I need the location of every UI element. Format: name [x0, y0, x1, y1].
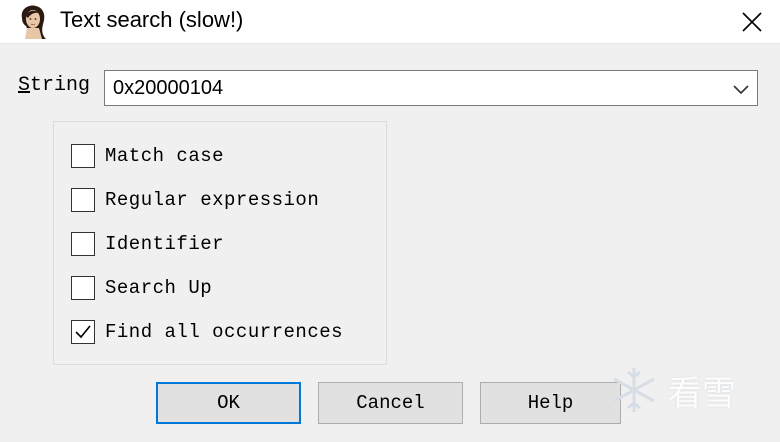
title-bar: Text search (slow!) — [0, 0, 780, 44]
search-up-label: Search Up — [105, 277, 213, 299]
identifier-option[interactable]: Identifier — [71, 230, 224, 258]
match-case-checkbox[interactable] — [71, 144, 95, 168]
string-label: String — [18, 74, 90, 97]
close-button[interactable] — [724, 0, 780, 43]
match-case-option[interactable]: Match case — [71, 142, 224, 170]
regular-expression-label: Regular expression — [105, 189, 320, 211]
portrait-icon — [16, 4, 50, 40]
identifier-label: Identifier — [105, 233, 225, 255]
watermark-text: 看雪 — [668, 373, 736, 414]
cancel-button[interactable]: Cancel — [318, 382, 463, 424]
match-case-label: Match case — [105, 145, 225, 167]
close-icon — [742, 11, 762, 32]
string-combobox[interactable]: 0x20000104 — [104, 70, 758, 106]
dropdown-button[interactable] — [731, 79, 751, 99]
identifier-checkbox[interactable] — [71, 232, 95, 256]
regular-expression-option[interactable]: Regular expression — [71, 186, 319, 214]
regular-expression-checkbox[interactable] — [71, 188, 95, 212]
find-all-occurrences-label: Find all occurrences — [105, 321, 344, 343]
window-title: Text search (slow!) — [60, 7, 244, 32]
chevron-down-icon — [733, 85, 749, 95]
find-all-occurrences-checkbox[interactable] — [71, 320, 95, 344]
snowflake-icon — [613, 368, 655, 412]
watermark: 看雪 — [608, 360, 768, 420]
string-input[interactable]: 0x20000104 — [113, 77, 223, 100]
ok-button[interactable]: OK — [156, 382, 301, 424]
string-label-rest: tring — [30, 74, 91, 97]
string-label-accelerator: S — [18, 74, 31, 97]
checkmark-icon — [75, 325, 91, 339]
search-up-option[interactable]: Search Up — [71, 274, 212, 302]
search-up-checkbox[interactable] — [71, 276, 95, 300]
find-all-occurrences-option[interactable]: Find all occurrences — [71, 318, 343, 346]
help-button[interactable]: Help — [480, 382, 621, 424]
